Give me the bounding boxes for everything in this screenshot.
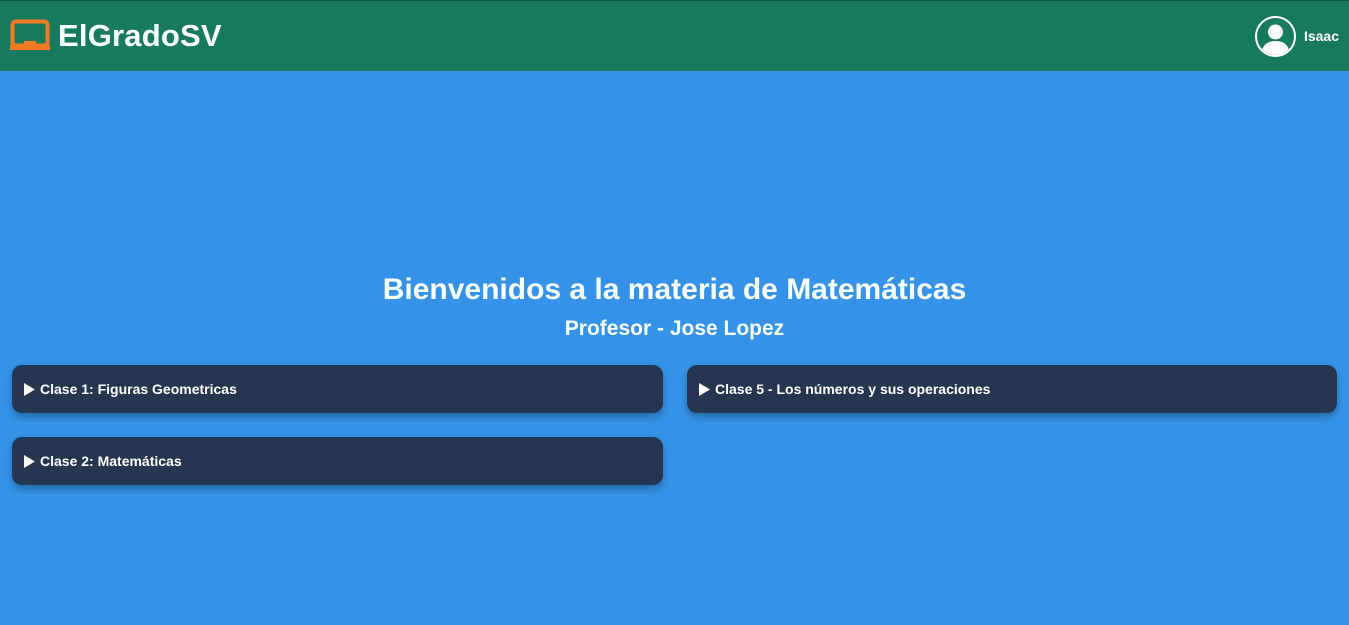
brand-link[interactable]: ElGradoSV xyxy=(10,18,222,54)
brand-name: ElGradoSV xyxy=(58,18,222,53)
user-menu[interactable]: Isaac xyxy=(1254,15,1339,57)
class-card-label: Clase 5 - Los números y sus operaciones xyxy=(715,381,991,397)
user-name: Isaac xyxy=(1303,28,1339,44)
play-icon xyxy=(699,382,710,396)
play-icon xyxy=(24,454,35,468)
top-navbar: ElGradoSV Isaac xyxy=(0,0,1349,71)
classroom-board-icon xyxy=(10,19,50,50)
user-avatar-icon xyxy=(1254,15,1296,57)
class-card-2[interactable]: Clase 2: Matemáticas xyxy=(12,437,663,485)
subject-header: Bienvenidos a la materia de Matemáticas … xyxy=(0,270,1349,344)
play-icon xyxy=(24,382,35,396)
class-card-5[interactable]: Clase 5 - Los números y sus operaciones xyxy=(687,365,1337,413)
class-card-label: Clase 1: Figuras Geometricas xyxy=(40,381,237,397)
page-title: Bienvenidos a la materia de Matemáticas xyxy=(382,273,967,306)
teacher-name: Profesor - Jose Lopez xyxy=(564,317,785,340)
class-card-1[interactable]: Clase 1: Figuras Geometricas xyxy=(12,365,663,413)
class-card-label: Clase 2: Matemáticas xyxy=(40,453,182,469)
